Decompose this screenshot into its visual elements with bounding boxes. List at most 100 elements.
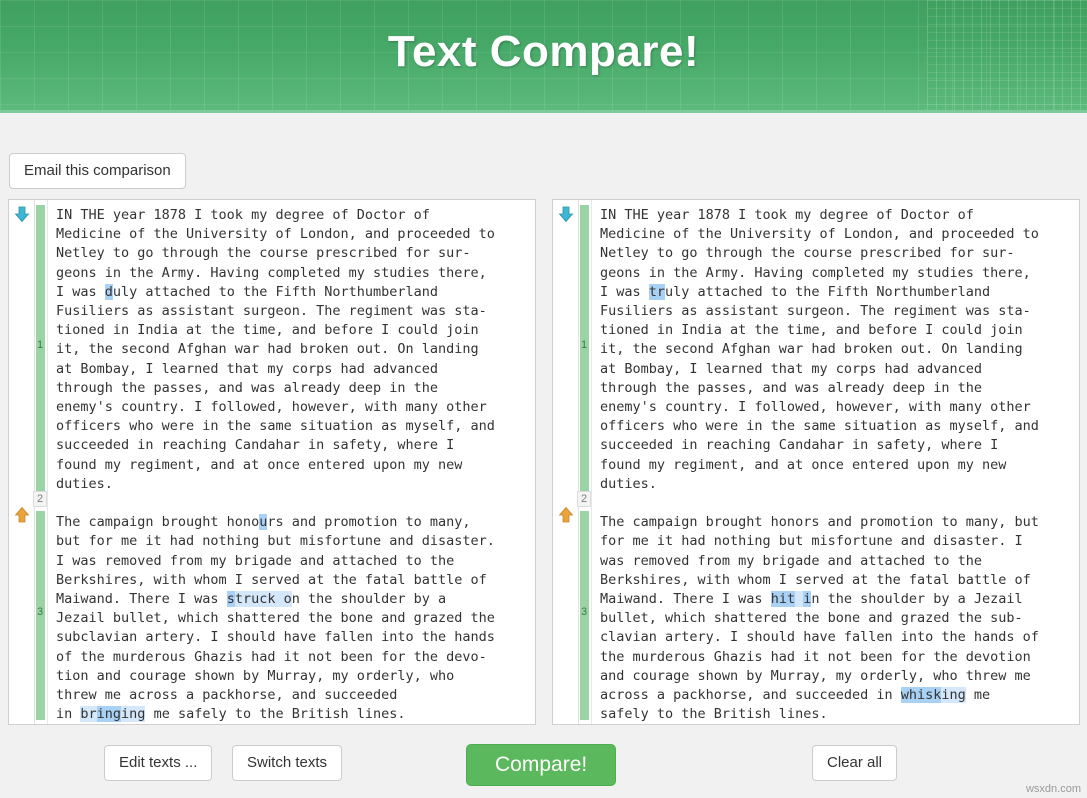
- text-line: at Bombay, I learned that my corps had a…: [56, 360, 531, 379]
- text-line: safely to the British lines.: [600, 705, 1075, 724]
- text-run: Maiwand. There I was: [56, 591, 227, 608]
- text-run: at Bombay, I learned that my corps had a…: [600, 360, 983, 377]
- diff-highlight-dark: s: [226, 591, 235, 608]
- text-line: through the passes, and was already deep…: [600, 379, 1075, 398]
- right-change-bar-gutter: 1 2 3: [577, 200, 591, 724]
- text-run: succeeded in reaching Candahar in safety…: [56, 437, 455, 454]
- change-marker-2[interactable]: 2: [33, 491, 47, 507]
- text-line: Fusiliers as assistant surgeon. The regi…: [56, 302, 531, 321]
- text-run: enemy's country. I followed, however, wi…: [600, 399, 1031, 416]
- text-run: and courage shown by Murray, my orderly,…: [600, 667, 1031, 684]
- left-text-content[interactable]: IN THE year 1878 I took my degree of Doc…: [47, 200, 535, 724]
- text-line: succeeded in reaching Candahar in safety…: [56, 436, 531, 455]
- arrow-up-icon[interactable]: [557, 506, 575, 524]
- diff-container: 1 2 3 IN THE year 1878 I took my degree …: [8, 199, 1081, 725]
- text-run: duties.: [56, 475, 113, 492]
- change-marker-3[interactable]: 3: [577, 604, 591, 620]
- text-line: officers who were in the same situation …: [56, 417, 531, 436]
- text-line: I was duly attached to the Fifth Northum…: [56, 283, 531, 302]
- text-run: tioned in India at the time, and before …: [600, 322, 1023, 339]
- diff-highlight-dark: hit: [770, 591, 796, 608]
- text-line: clavian artery. I should have fallen int…: [600, 628, 1075, 647]
- left-change-bar-gutter: 1 2 3: [33, 200, 47, 724]
- diff-pane-right[interactable]: 1 2 3 IN THE year 1878 I took my degree …: [552, 199, 1080, 725]
- text-line: bullet, which shattered the bone and gra…: [600, 609, 1075, 628]
- text-line: Jezail bullet, which shattered the bone …: [56, 609, 531, 628]
- arrow-up-icon[interactable]: [13, 506, 31, 524]
- text-line: the murderous Ghazis had it not been for…: [600, 648, 1075, 667]
- text-run: threw me across a packhorse, and succeed…: [56, 687, 398, 704]
- clear-all-button[interactable]: Clear all: [812, 745, 898, 781]
- text-run: Maiwand. There I was: [600, 591, 771, 608]
- text-run: safely to the British lines.: [600, 706, 828, 723]
- diff-highlight-light: [795, 591, 804, 608]
- diff-pane-left[interactable]: 1 2 3 IN THE year 1878 I took my degree …: [8, 199, 536, 725]
- arrow-down-icon[interactable]: [557, 205, 575, 223]
- text-line: Maiwand. There I was hit in the shoulder…: [600, 590, 1075, 609]
- text-run: it, the second Afghan war had broken out…: [56, 341, 479, 358]
- text-line: tion and courage shown by Murray, my ord…: [56, 667, 531, 686]
- text-run: n the shoulder by a Jezail: [811, 591, 1023, 608]
- text-line: tioned in India at the time, and before …: [56, 321, 531, 340]
- text-run: through the passes, and was already deep…: [600, 379, 983, 396]
- text-run: Fusiliers as assistant surgeon. The regi…: [56, 303, 487, 320]
- text-run: officers who were in the same situation …: [56, 418, 495, 435]
- text-line: across a packhorse, and succeeded in whi…: [600, 686, 1075, 705]
- text-run: for me it had nothing but misfortune and…: [600, 533, 1023, 550]
- text-run: Medicine of the University of London, an…: [56, 226, 495, 243]
- right-text-content[interactable]: IN THE year 1878 I took my degree of Doc…: [591, 200, 1079, 724]
- text-run: across a packhorse, and succeeded in: [600, 687, 901, 704]
- watermark: wsxdn.com: [1025, 783, 1081, 795]
- text-line: for me it had nothing but misfortune and…: [600, 532, 1075, 551]
- text-run: Berkshires, with whom I served at the fa…: [56, 571, 487, 588]
- text-run: was removed from my brigade and attached…: [600, 552, 983, 569]
- text-line: The campaign brought honors and promotio…: [600, 513, 1075, 532]
- text-run: geons in the Army. Having completed my s…: [56, 264, 487, 281]
- text-line: I was truly attached to the Fifth Northu…: [600, 283, 1075, 302]
- text-run: uly attached to the Fifth Northumberland: [665, 283, 991, 300]
- text-run: I was: [56, 283, 105, 300]
- email-this-comparison-button[interactable]: Email this comparison: [9, 153, 186, 189]
- text-run: me: [965, 687, 991, 704]
- switch-texts-button[interactable]: Switch texts: [232, 745, 343, 781]
- page-title: Text Compare!: [387, 27, 700, 76]
- diff-highlight-dark: tr: [648, 283, 666, 300]
- diff-highlight-light: ing: [941, 687, 966, 704]
- text-line: Medicine of the University of London, an…: [600, 225, 1075, 244]
- text-run: Medicine of the University of London, an…: [600, 226, 1039, 243]
- text-run: IN THE year 1878 I took my degree of Doc…: [56, 207, 430, 223]
- text-run: n the shoulder by a: [291, 591, 447, 608]
- text-line: enemy's country. I followed, however, wi…: [56, 398, 531, 417]
- compare-button[interactable]: Compare!: [466, 744, 617, 786]
- change-marker-2[interactable]: 2: [577, 491, 591, 507]
- text-run: The campaign brought hono: [56, 514, 260, 531]
- text-line: Berkshires, with whom I served at the fa…: [56, 571, 531, 590]
- text-run: found my regiment, and at once entered u…: [600, 456, 1007, 473]
- text-run: found my regiment, and at once entered u…: [56, 456, 463, 473]
- text-line: enemy's country. I followed, however, wi…: [600, 398, 1075, 417]
- text-run: at Bombay, I learned that my corps had a…: [56, 360, 439, 377]
- text-line: subclavian artery. I should have fallen …: [56, 628, 531, 647]
- change-marker-3[interactable]: 3: [33, 604, 47, 620]
- text-line: at Bombay, I learned that my corps had a…: [600, 360, 1075, 379]
- text-run: the murderous Ghazis had it not been for…: [600, 648, 1031, 665]
- change-marker-1[interactable]: 1: [33, 337, 47, 353]
- arrow-down-icon[interactable]: [13, 205, 31, 223]
- change-marker-1[interactable]: 1: [577, 337, 591, 353]
- text-line: Medicine of the University of London, an…: [56, 225, 531, 244]
- edit-texts-button[interactable]: Edit texts ...: [104, 745, 213, 781]
- diff-highlight-dark: whisk: [900, 687, 942, 704]
- text-line: was removed from my brigade and attached…: [600, 552, 1075, 571]
- text-line: I was removed from my brigade and attach…: [56, 552, 531, 571]
- diff-highlight-dark: ing: [96, 706, 122, 723]
- text-line: Netley to go through the course prescrib…: [56, 244, 531, 263]
- text-line: The campaign brought honours and promoti…: [56, 513, 531, 532]
- text-line: through the passes, and was already deep…: [56, 379, 531, 398]
- text-run: Jezail bullet, which shattered the bone …: [56, 610, 495, 627]
- text-line: of the murderous Ghazis had it not been …: [56, 648, 531, 667]
- text-run: succeeded in reaching Candahar in safety…: [600, 437, 999, 454]
- diff-highlight-dark: d: [104, 283, 113, 300]
- text-run: Netley to go through the course prescrib…: [600, 245, 1015, 262]
- text-run: officers who were in the same situation …: [600, 418, 1039, 435]
- text-run: I was: [600, 283, 649, 300]
